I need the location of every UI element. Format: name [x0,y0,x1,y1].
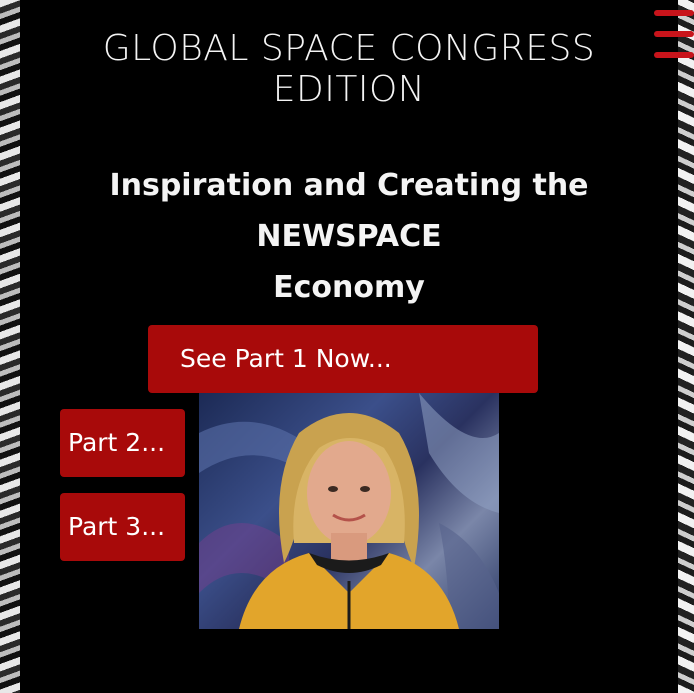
page: GLOBAL SPACE CONGRESS EDITION Inspiratio… [0,0,694,693]
see-part-1-button[interactable]: See Part 1 Now... [148,325,538,393]
striped-backdrop-left [0,0,20,693]
page-title: GLOBAL SPACE CONGRESS EDITION [20,28,678,110]
title-line-1: GLOBAL SPACE CONGRESS [102,28,596,69]
part-3-button[interactable]: Part 3... [60,493,185,561]
speaker-photo [199,393,499,629]
page-subtitle: Inspiration and Creating the NEWSPACE Ec… [20,160,678,313]
menu-bar-middle [654,31,694,37]
menu-bar-top [654,10,694,16]
striped-backdrop-right [678,0,694,693]
subtitle-line-2: Economy [273,270,425,305]
content-panel: GLOBAL SPACE CONGRESS EDITION Inspiratio… [20,0,678,693]
hamburger-menu-icon[interactable] [654,8,694,60]
menu-bar-bottom [654,52,694,58]
part-2-button[interactable]: Part 2... [60,409,185,477]
subtitle-line-1: Inspiration and Creating the NEWSPACE [109,168,589,254]
title-line-2: EDITION [272,69,426,110]
speaker-portrait-illustration [199,393,499,629]
